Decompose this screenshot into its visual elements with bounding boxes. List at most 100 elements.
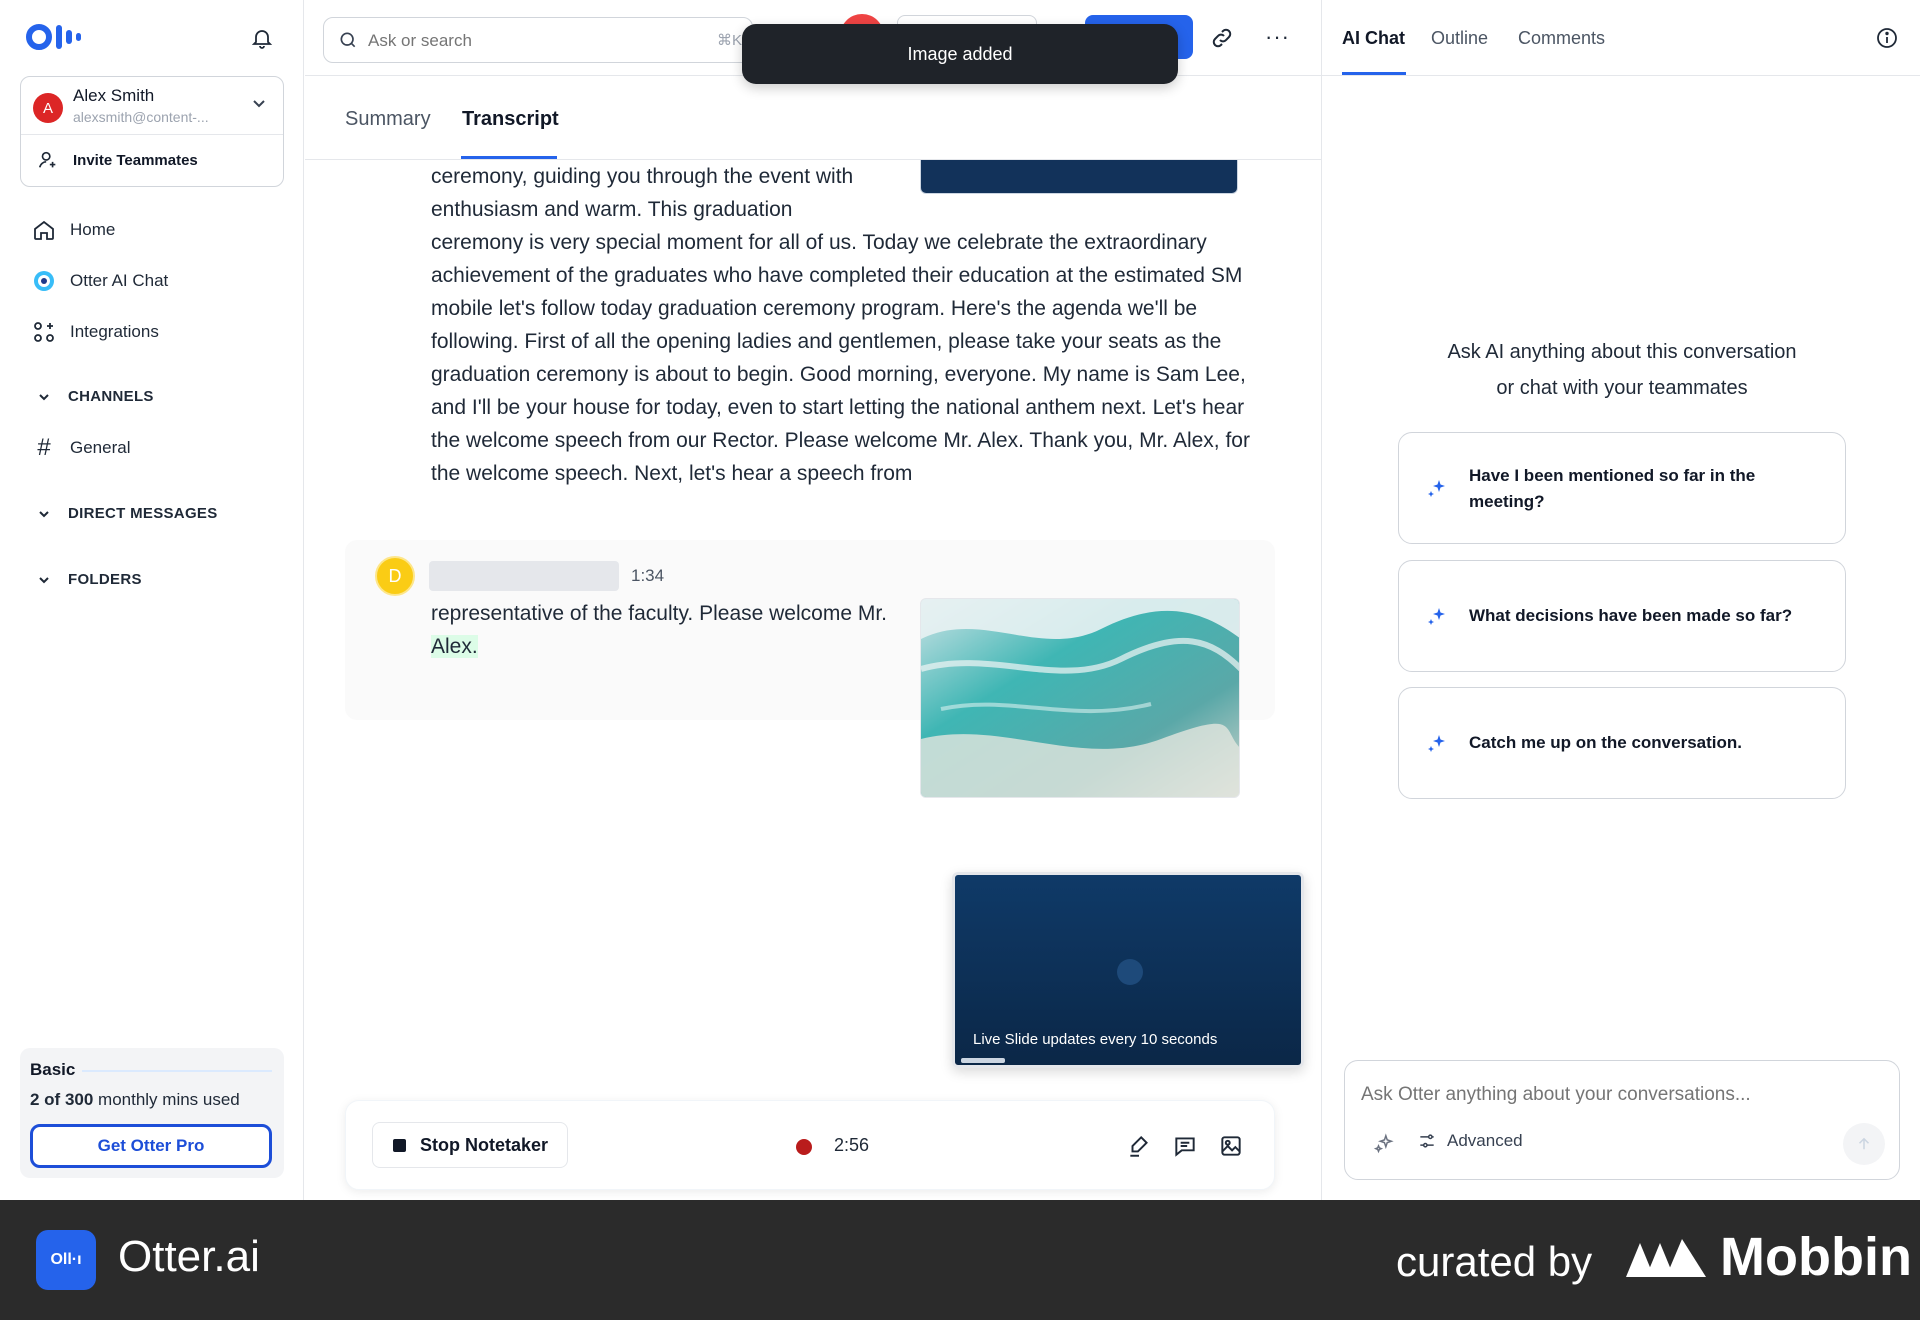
avatar: A [33,93,63,123]
search-shortcut: ⌘K [716,32,742,49]
footer-banner: Oll·ı Otter.ai curated by Mobbin [0,1200,1920,1320]
app-logo: Oll·ı [36,1230,96,1290]
sparkle-icon [1428,480,1445,497]
sparkle-icon [1428,608,1445,625]
transcript-text-narrow: ceremony, guiding you through the event … [431,165,854,221]
stop-notetaker-label: Stop Notetaker [420,1134,549,1155]
sidebar-item-general[interactable]: # General [32,434,131,461]
suggestion-text: Catch me up on the conversation. [1469,733,1742,752]
advanced-label: Advanced [1447,1131,1523,1150]
sidebar-item-integrations[interactable]: Integrations [32,320,159,344]
account-email: alexsmith@content-... [73,109,209,125]
usage-count: 2 of 300 [30,1090,94,1109]
right-panel-tabs: AI Chat Outline Comments [1322,0,1920,76]
image-icon[interactable] [1218,1133,1244,1159]
add-user-icon [38,151,56,168]
tab-outline[interactable]: Outline [1431,28,1488,49]
suggestion-card[interactable]: Have I been mentioned so far in the meet… [1398,432,1846,544]
suggestion-card[interactable]: What decisions have been made so far? [1398,560,1846,672]
bell-icon[interactable] [250,26,274,50]
info-icon[interactable] [1875,26,1899,50]
sidebar-item-label: Home [70,220,116,239]
mobbin-logo-icon [1626,1239,1706,1277]
get-otter-pro-button[interactable]: Get Otter Pro [30,1124,272,1168]
chevron-down-icon [39,393,49,400]
account-name: Alex Smith [73,86,155,105]
tab-ai-chat[interactable]: AI Chat [1342,28,1405,49]
sidebar-item-label: Integrations [70,322,159,341]
transcript-paragraph: ceremony, guiding you through the event … [431,160,1251,490]
left-sidebar: A Alex Smith alexsmith@content-... Invit… [0,0,304,1200]
section-direct-messages[interactable]: DIRECT MESSAGES [38,505,218,522]
sparkle-icon[interactable] [1373,1133,1395,1155]
recording-time: 2:56 [834,1135,870,1155]
curated-by-label: curated by [1396,1238,1593,1285]
app-name: Otter.ai [118,1232,260,1281]
main-panel: ⌘K ··· Image added Summary Transcript ce… [305,0,1321,1200]
segment-text-main: representative of the faculty. Please we… [431,602,887,625]
recording-controls: Stop Notetaker 2:56 [345,1100,1275,1190]
stop-notetaker-button[interactable]: Stop Notetaker [372,1122,568,1168]
plan-usage-card: Basic 2 of 300 monthly mins used Get Ott… [20,1048,284,1178]
ai-chat-intro: Ask AI anything about this conversation … [1402,334,1842,406]
more-icon[interactable]: ··· [1265,24,1290,50]
otter-logo[interactable] [26,24,81,50]
advanced-button[interactable]: Advanced [1417,1131,1523,1151]
tab-summary[interactable]: Summary [345,108,431,131]
search-box[interactable]: ⌘K [323,17,753,63]
slide-loading-indicator [1117,959,1143,985]
otter-ai-chat-icon [34,271,54,291]
arrow-up-icon [1858,1137,1870,1150]
account-switcher: A Alex Smith alexsmith@content-... Invit… [20,76,284,187]
speaker-avatar[interactable]: D [375,556,415,596]
invite-teammates-label: Invite Teammates [73,152,198,169]
sidebar-item-label: Otter AI Chat [70,271,169,290]
usage-bar [82,1070,272,1072]
tab-transcript[interactable]: Transcript [462,108,559,131]
integrations-icon [34,322,54,342]
section-label: DIRECT MESSAGES [68,505,218,522]
search-input[interactable] [368,28,698,54]
account-row[interactable]: A Alex Smith alexsmith@content-... [21,77,283,135]
chevron-down-icon [39,576,49,583]
ocean-image[interactable] [920,598,1240,798]
live-slide-label: Live Slide updates every 10 seconds [973,1031,1218,1048]
plan-usage-text: 2 of 300 monthly mins used [30,1090,240,1110]
section-label: CHANNELS [68,388,154,405]
recording-indicator [796,1139,812,1155]
sparkle-icon [1428,735,1445,752]
comment-icon[interactable] [1172,1133,1198,1159]
search-icon [340,32,356,48]
active-tab-indicator [461,156,557,159]
chevron-down-icon[interactable] [251,95,267,111]
ai-chat-intro-line1: Ask AI anything about this conversation [1447,341,1797,363]
suggestion-card[interactable]: Catch me up on the conversation. [1398,687,1846,799]
section-folders[interactable]: FOLDERS [38,571,142,588]
send-button[interactable] [1843,1123,1885,1165]
suggestion-text: What decisions have been made so far? [1469,606,1793,625]
toast-notification: Image added [742,24,1178,84]
chat-input[interactable] [1361,1081,1861,1109]
invite-teammates-button[interactable]: Invite Teammates [21,135,283,187]
live-slide-preview[interactable]: Live Slide updates every 10 seconds [952,872,1304,1068]
stop-icon [393,1138,406,1152]
sidebar-item-home[interactable]: Home [32,218,115,242]
section-channels[interactable]: CHANNELS [38,388,154,405]
chat-composer: Advanced [1344,1060,1900,1180]
usage-label: monthly mins used [93,1090,240,1109]
ocean-image-graphic [921,599,1239,797]
sidebar-item-label: General [70,438,131,457]
content-tabs: Summary Transcript [305,76,1321,160]
link-icon[interactable] [1210,26,1234,50]
speaker-name[interactable] [429,561,619,591]
mobbin-brand: Mobbin [1626,1226,1912,1288]
section-label: FOLDERS [68,571,142,588]
tab-comments[interactable]: Comments [1518,28,1605,49]
ai-chat-panel: AI Chat Outline Comments Ask AI anything… [1321,0,1920,1200]
ai-chat-intro-line2: or chat with your teammates [1496,377,1748,399]
plan-name: Basic [30,1060,76,1079]
sidebar-item-otter-ai-chat[interactable]: Otter AI Chat [32,269,168,293]
segment-text: representative of the faculty. Please we… [431,597,911,663]
segment-timestamp[interactable]: 1:34 [631,566,664,586]
highlighter-icon[interactable] [1126,1133,1152,1159]
